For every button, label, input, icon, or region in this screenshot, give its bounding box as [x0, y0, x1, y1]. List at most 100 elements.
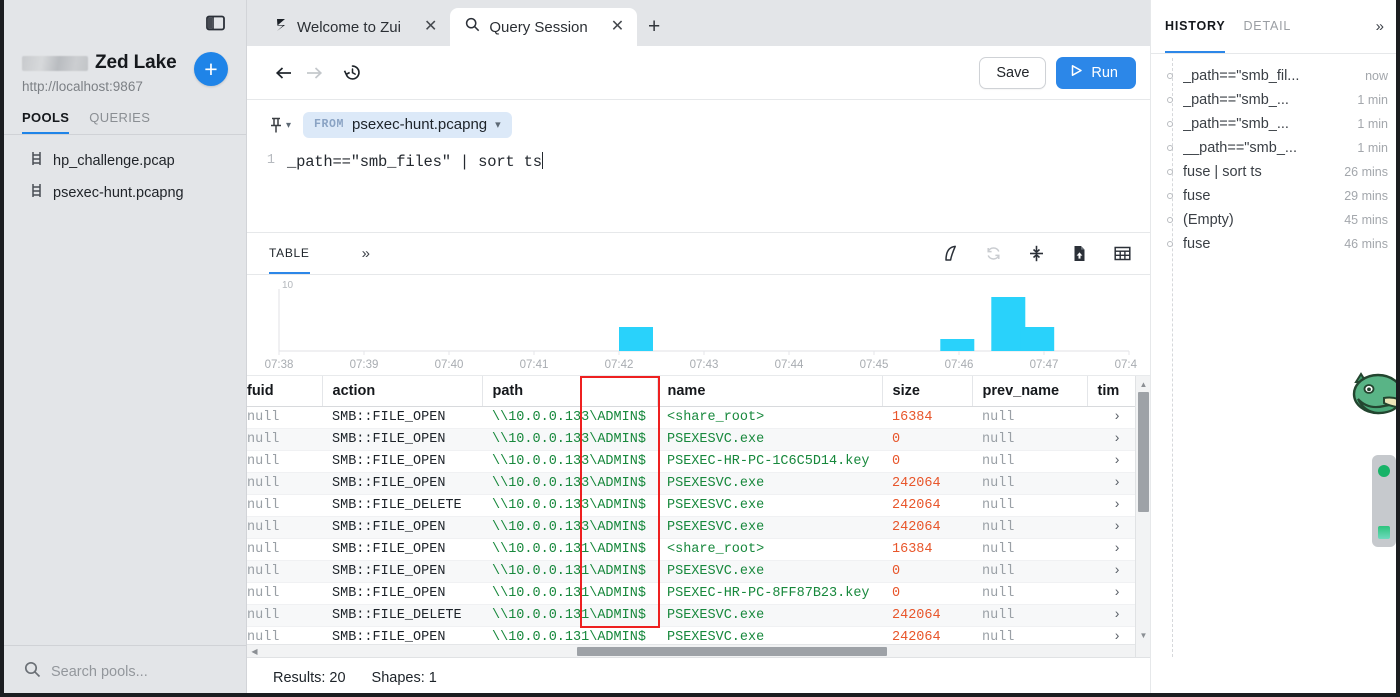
sidebar-toggle-icon[interactable] [202, 10, 228, 36]
close-icon[interactable]: ✕ [597, 19, 624, 35]
history-dot-icon [1167, 121, 1173, 127]
table-cell-action: SMB::FILE_OPEN [322, 538, 482, 561]
search-icon [465, 17, 480, 37]
table-cell-fuid: null [247, 582, 322, 605]
file-export-icon[interactable] [1065, 240, 1093, 268]
horizontal-scroll-thumb[interactable] [577, 647, 887, 656]
pin-icon[interactable]: ▾ [269, 117, 291, 134]
table-cell-fuid: null [247, 494, 322, 517]
table-row[interactable]: null SMB::FILE_OPEN \\10.0.0.131\ADMIN$ PSE… [247, 582, 1147, 605]
sidebar-tab-pools[interactable]: POOLS [22, 110, 70, 134]
scroll-left-arrow-icon[interactable]: ◀ [249, 646, 260, 656]
table-cell-size: 242064 [882, 604, 972, 627]
history-item[interactable]: fuse 46 mins [1151, 232, 1400, 256]
table-column-header[interactable]: action [322, 376, 483, 407]
table-row[interactable]: null SMB::FILE_OPEN \\10.0.0.133\ADMIN$ PSE… [247, 428, 1147, 451]
search-pools-input[interactable] [51, 663, 221, 680]
history-query: fuse [1183, 236, 1211, 252]
new-tab-button[interactable]: + [637, 10, 671, 44]
svg-text:07:38: 07:38 [265, 359, 294, 371]
results-more-button[interactable]: » [362, 245, 370, 262]
table-column-header[interactable]: prev_name [972, 376, 1088, 407]
table-cell-action: SMB::FILE_OPEN [322, 560, 482, 583]
history-item[interactable]: _path=="smb_... 1 min [1151, 112, 1400, 136]
table-cell-path: \\10.0.0.131\ADMIN$ [482, 560, 657, 583]
table-cell-prev_name: null [972, 604, 1087, 627]
save-button[interactable]: Save [979, 56, 1047, 89]
sidebar-tab-queries[interactable]: QUERIES [89, 110, 150, 134]
search-pools-row [0, 645, 246, 697]
history-item[interactable]: __path=="smb_... 1 min [1151, 136, 1400, 160]
table-grid-icon[interactable] [1108, 240, 1136, 268]
table-row[interactable]: null SMB::FILE_OPEN \\10.0.0.131\ADMIN$ PSE… [247, 560, 1147, 583]
table-row[interactable]: null SMB::FILE_DELETE \\10.0.0.133\ADMIN$ P… [247, 494, 1147, 517]
pool-item-psexec-hunt[interactable]: psexec-hunt.pcapng [0, 177, 246, 209]
zui-logo-icon [274, 17, 288, 37]
table-row[interactable]: null SMB::FILE_OPEN \\10.0.0.133\ADMIN$ PSE… [247, 516, 1147, 539]
table-grid: fuid action path name size prev_name tim null S… [247, 376, 1148, 649]
history-query: fuse | sort ts [1183, 164, 1262, 180]
arrow-left-icon[interactable] [269, 58, 299, 88]
shark-fin-icon[interactable] [936, 240, 964, 268]
table-row[interactable]: null SMB::FILE_OPEN \\10.0.0.133\ADMIN$ <sh… [247, 406, 1147, 429]
history-time: 1 min [1357, 93, 1388, 107]
table-column-header[interactable]: fuid [247, 376, 323, 407]
history-item[interactable]: (Empty) 45 mins [1151, 208, 1400, 232]
table-cell-path: \\10.0.0.133\ADMIN$ [482, 472, 657, 495]
tab-history[interactable]: HISTORY [1165, 0, 1226, 53]
table-cell-name: PSEXESVC.exe [657, 428, 882, 451]
results-histogram[interactable]: 10 07:38 07:39 07:40 07:41 07:42 07:43 07:44 07:… [247, 275, 1150, 375]
tab-query-session[interactable]: Query Session ✕ [450, 8, 638, 46]
table-vertical-scrollbar[interactable]: ▲ ▼ [1135, 376, 1150, 657]
status-minimap[interactable] [1372, 455, 1396, 547]
from-pool-selector[interactable]: FROM psexec-hunt.pcapng ▾ [303, 112, 512, 138]
code-area[interactable]: 1 _path=="smb_files" | sort ts [247, 146, 1150, 232]
table-horizontal-scrollbar[interactable]: ◀ [247, 644, 1135, 657]
table-cell-name: PSEXEC-HR-PC-8FF87B23.key [657, 582, 882, 605]
table-cell-fuid: null [247, 428, 322, 451]
table-row[interactable]: null SMB::FILE_OPEN \\10.0.0.131\ADMIN$ <sh… [247, 538, 1147, 561]
table-cell-fuid: null [247, 406, 322, 429]
tab-table-view[interactable]: TABLE [269, 233, 310, 274]
tab-bar: Welcome to Zui ✕ Query Session ✕ + [247, 0, 1150, 46]
pool-item-hp-challenge[interactable]: hp_challenge.pcap [0, 145, 246, 177]
table-column-header[interactable]: path [482, 376, 658, 407]
history-item[interactable]: fuse | sort ts 26 mins [1151, 160, 1400, 184]
run-label: Run [1091, 64, 1118, 81]
pool-list: hp_challenge.pcap psexec-hunt.pcapng [0, 135, 246, 645]
refresh-icon[interactable] [979, 240, 1007, 268]
nav-row: Save Run [247, 46, 1150, 100]
tab-welcome-to-zui[interactable]: Welcome to Zui ✕ [259, 8, 450, 46]
sidebar-tabs: POOLS QUERIES [0, 94, 246, 135]
svg-text:07:48: 07:48 [1115, 359, 1137, 371]
table-header-row: fuid action path name size prev_name tim [247, 376, 1148, 407]
tab-detail[interactable]: DETAIL [1243, 0, 1291, 53]
table-cell-prev_name: null [972, 450, 1087, 473]
scroll-down-arrow-icon[interactable]: ▼ [1138, 629, 1149, 641]
add-pool-button[interactable]: + [194, 52, 228, 86]
collapse-vertical-icon[interactable] [1022, 240, 1050, 268]
clock-history-icon[interactable] [337, 58, 367, 88]
history-item[interactable]: _path=="smb_fil... now [1151, 64, 1400, 88]
close-icon[interactable]: ✕ [410, 19, 437, 35]
history-dot-icon [1167, 241, 1173, 247]
table-column-header[interactable]: size [882, 376, 973, 407]
svg-text:07:39: 07:39 [350, 359, 379, 371]
table-cell-action: SMB::FILE_OPEN [322, 406, 482, 429]
results-table[interactable]: fuid action path name size prev_name tim null S… [247, 375, 1150, 657]
table-cell-size: 0 [882, 560, 972, 583]
history-time: 1 min [1357, 117, 1388, 131]
run-button[interactable]: Run [1056, 56, 1136, 89]
arrow-right-icon[interactable] [299, 58, 329, 88]
table-row[interactable]: null SMB::FILE_DELETE \\10.0.0.131\ADMIN$ P… [247, 604, 1147, 627]
history-dot-icon [1167, 73, 1173, 79]
vertical-scroll-thumb[interactable] [1138, 392, 1149, 512]
history-item[interactable]: _path=="smb_... 1 min [1151, 88, 1400, 112]
table-row[interactable]: null SMB::FILE_OPEN \\10.0.0.133\ADMIN$ PSE… [247, 450, 1147, 473]
scroll-up-arrow-icon[interactable]: ▲ [1138, 378, 1149, 390]
query-text-wrapper[interactable]: _path=="smb_files" | sort ts [287, 150, 544, 232]
table-row[interactable]: null SMB::FILE_OPEN \\10.0.0.133\ADMIN$ PSE… [247, 472, 1147, 495]
table-column-header[interactable]: name [657, 376, 883, 407]
history-item[interactable]: fuse 29 mins [1151, 184, 1400, 208]
play-icon [1070, 64, 1083, 81]
